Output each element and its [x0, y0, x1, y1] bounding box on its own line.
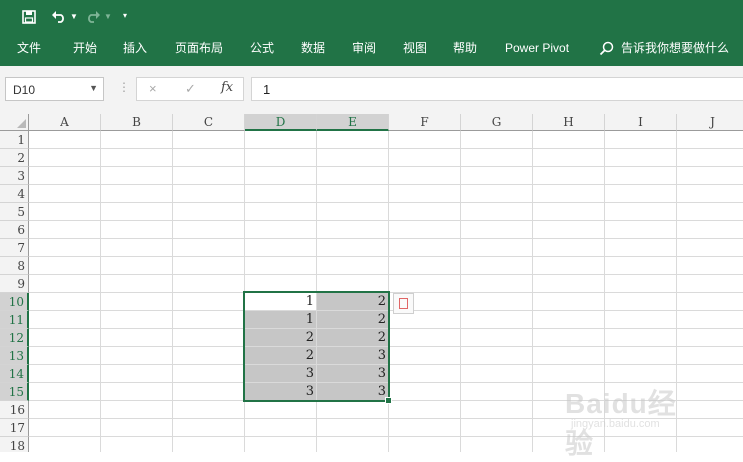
- select-all-button[interactable]: [0, 114, 29, 131]
- tab-insert[interactable]: 插入: [123, 41, 147, 55]
- column-header-f[interactable]: F: [389, 114, 461, 131]
- tab-home[interactable]: 开始: [73, 41, 97, 55]
- search-icon[interactable]: [599, 41, 615, 57]
- gridline-horizontal: [29, 220, 743, 221]
- redo-icon[interactable]: [85, 9, 101, 25]
- column-header-a[interactable]: A: [29, 114, 101, 131]
- formula-bar-splitter[interactable]: ⋮: [118, 80, 130, 94]
- select-all-icon: [17, 119, 26, 128]
- gridline-horizontal: [29, 166, 743, 167]
- row-header-4[interactable]: 4: [0, 185, 29, 203]
- tab-power-pivot[interactable]: Power Pivot: [505, 41, 569, 55]
- undo-dropdown-icon[interactable]: ▼: [70, 13, 78, 21]
- undo-icon[interactable]: [51, 9, 67, 25]
- gridline-horizontal: [29, 238, 743, 239]
- row-header-8[interactable]: 8: [0, 257, 29, 275]
- redo-dropdown-icon[interactable]: ▼: [104, 13, 112, 21]
- save-icon[interactable]: [22, 10, 36, 26]
- quick-analysis-button[interactable]: [393, 293, 414, 314]
- selection-border: [243, 291, 390, 402]
- column-header-g[interactable]: G: [461, 114, 533, 131]
- gridline-horizontal: [29, 148, 743, 149]
- row-header-3[interactable]: 3: [0, 167, 29, 185]
- fill-handle[interactable]: [385, 397, 392, 404]
- gridline-horizontal: [29, 202, 743, 203]
- column-header-h[interactable]: H: [533, 114, 605, 131]
- tab-data[interactable]: 数据: [301, 41, 325, 55]
- row-header-9[interactable]: 9: [0, 275, 29, 293]
- tab-page-layout[interactable]: 页面布局: [175, 41, 223, 55]
- tab-formulas[interactable]: 公式: [250, 41, 274, 55]
- row-header-17[interactable]: 17: [0, 419, 29, 437]
- insert-function-icon[interactable]: fx: [221, 80, 233, 95]
- column-header-b[interactable]: B: [101, 114, 173, 131]
- column-header-j[interactable]: J: [677, 114, 743, 131]
- column-header-c[interactable]: C: [173, 114, 245, 131]
- row-header-13[interactable]: 13: [0, 347, 29, 365]
- row-header-18[interactable]: 18: [0, 437, 29, 452]
- watermark-subtext: jingyan.baidu.com: [571, 418, 660, 430]
- name-box-dropdown-icon[interactable]: ▼: [89, 83, 98, 93]
- tell-me-box[interactable]: 告诉我你想要做什么: [621, 41, 729, 55]
- row-header-15[interactable]: 15: [0, 383, 29, 401]
- tab-file[interactable]: 文件: [17, 41, 41, 55]
- name-box-value: D10: [13, 83, 36, 97]
- gridline-horizontal: [29, 256, 743, 257]
- row-header-11[interactable]: 11: [0, 311, 29, 329]
- customize-qat-icon[interactable]: ▾: [123, 12, 127, 20]
- row-header-2[interactable]: 2: [0, 149, 29, 167]
- name-box[interactable]: D10 ▼: [5, 77, 104, 101]
- gridline-horizontal: [29, 274, 743, 275]
- row-header-10[interactable]: 10: [0, 293, 29, 311]
- row-header-14[interactable]: 14: [0, 365, 29, 383]
- ribbon-bar: ▼ ▼ ▾ 文件 开始 插入 页面布局 公式 数据 审阅 视图 帮助 Power…: [0, 0, 743, 66]
- tab-review[interactable]: 审阅: [352, 41, 376, 55]
- row-header-7[interactable]: 7: [0, 239, 29, 257]
- tab-help[interactable]: 帮助: [453, 41, 477, 55]
- quick-analysis-icon: [399, 298, 408, 309]
- column-header-e[interactable]: E: [317, 114, 389, 131]
- baidu-watermark: Baidu经验 jingyan.baidu.com: [565, 372, 705, 459]
- row-header-5[interactable]: 5: [0, 203, 29, 221]
- column-header-i[interactable]: I: [605, 114, 677, 131]
- row-header-6[interactable]: 6: [0, 221, 29, 239]
- cancel-icon[interactable]: ×: [149, 81, 157, 96]
- enter-icon[interactable]: ✓: [185, 81, 196, 97]
- gridline-horizontal: [29, 184, 743, 185]
- column-header-d[interactable]: D: [245, 114, 317, 131]
- tab-view[interactable]: 视图: [403, 41, 427, 55]
- formula-input[interactable]: 1: [251, 77, 743, 101]
- row-header-1[interactable]: 1: [0, 131, 29, 149]
- formula-value: 1: [263, 82, 271, 97]
- row-header-16[interactable]: 16: [0, 401, 29, 419]
- row-header-12[interactable]: 12: [0, 329, 29, 347]
